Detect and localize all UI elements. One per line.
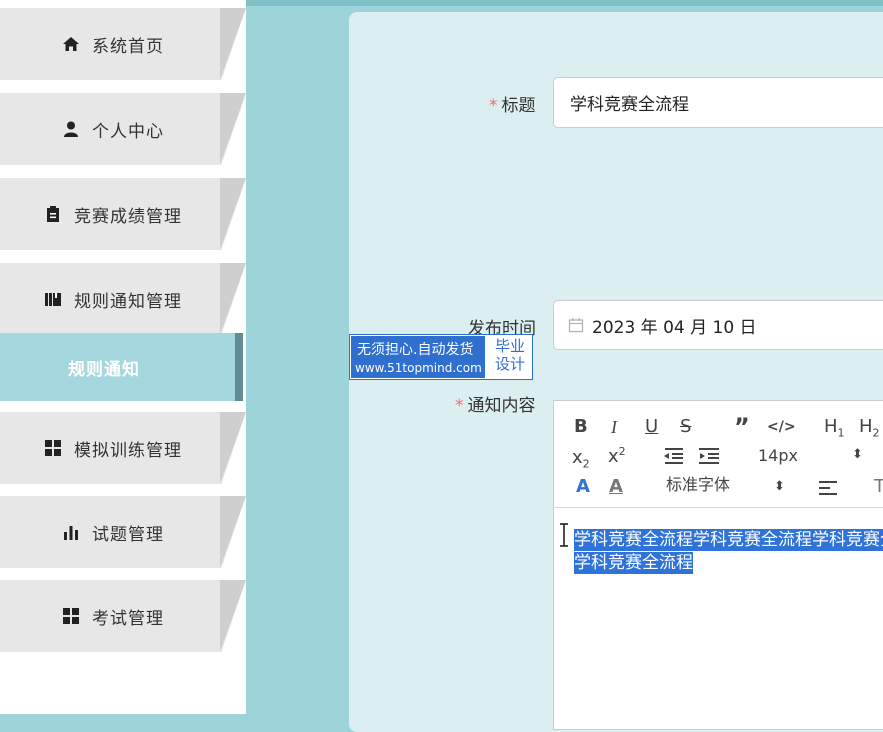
toolbar-divider xyxy=(554,507,883,508)
home-icon xyxy=(63,37,79,51)
text-cursor-icon xyxy=(560,523,568,547)
strikethrough-icon[interactable]: S xyxy=(680,418,691,436)
sidebar-item-label: 试题管理 xyxy=(92,524,164,545)
sidebar-item-scores[interactable]: 竞赛成绩管理 xyxy=(0,178,246,250)
sidebar: 系统首页 个人中心 竞赛成绩管理 规则通知管理 规则通知 模拟训练管理 试题管理 xyxy=(0,0,246,714)
font-family-caret-icon[interactable]: ⬍ xyxy=(774,480,785,493)
bar-chart-icon xyxy=(64,526,78,540)
calendar-icon xyxy=(568,318,584,333)
clear-format-icon[interactable]: T xyxy=(874,478,883,496)
sidebar-item-label: 个人中心 xyxy=(92,121,164,142)
sidebar-item-home[interactable]: 系统首页 xyxy=(0,8,246,80)
heading2-icon[interactable]: H2 xyxy=(859,418,880,439)
content-label: * 通知内容 xyxy=(455,396,536,416)
sidebar-item-exams[interactable]: 考试管理 xyxy=(0,580,246,652)
align-left-icon[interactable] xyxy=(818,480,838,496)
watermark-badge: 无须担心.自动发货 www.51topmind.com 毕业 设计 xyxy=(349,334,533,380)
code-icon[interactable]: </> xyxy=(767,420,796,434)
sidebar-subitem-label: 规则通知 xyxy=(68,359,140,380)
indent-icon[interactable] xyxy=(698,447,720,465)
sidebar-item-label: 考试管理 xyxy=(92,608,164,629)
sidebar-item-label: 系统首页 xyxy=(92,36,164,57)
font-color-icon[interactable]: A xyxy=(576,478,590,496)
user-icon xyxy=(64,121,78,137)
top-bar xyxy=(246,0,883,6)
sidebar-subitem-rules-notice[interactable]: 规则通知 xyxy=(0,333,243,401)
background-color-icon[interactable]: A xyxy=(609,478,623,496)
watermark-left: 无须担心.自动发货 www.51topmind.com xyxy=(351,336,485,378)
subscript-icon[interactable]: x2 xyxy=(572,449,590,470)
sidebar-item-label: 竞赛成绩管理 xyxy=(74,206,182,227)
watermark-right: 毕业 设计 xyxy=(490,337,530,373)
sidebar-item-questions[interactable]: 试题管理 xyxy=(0,496,246,568)
underline-icon[interactable]: U xyxy=(645,418,658,436)
watermark-right-line2: 设计 xyxy=(494,355,525,373)
sidebar-item-rules[interactable]: 规则通知管理 xyxy=(0,263,246,335)
bold-icon[interactable]: B xyxy=(574,418,588,436)
outdent-icon[interactable] xyxy=(662,447,684,465)
sidebar-item-label: 模拟训练管理 xyxy=(74,440,182,461)
rich-text-editor[interactable]: B I U S ” </> H1 H2 x2 x2 14px ⬍ A A 标准字… xyxy=(553,400,883,730)
font-size-caret-icon[interactable]: ⬍ xyxy=(852,448,863,461)
title-input-value: 学科竞赛全流程 xyxy=(570,95,689,115)
grid-icon xyxy=(63,608,79,624)
font-size-select[interactable]: 14px xyxy=(758,448,798,464)
grid-icon xyxy=(45,440,61,456)
watermark-line1: 无须担心.自动发货 xyxy=(357,342,474,358)
blockquote-icon[interactable]: ” xyxy=(734,415,750,439)
title-label: * 标题 xyxy=(489,96,536,116)
book-icon xyxy=(45,293,61,306)
watermark-right-line1: 毕业 xyxy=(494,337,525,355)
editor-content-line: 学科竞赛全流程 xyxy=(574,552,693,574)
font-family-select[interactable]: 标准字体 xyxy=(666,477,730,493)
heading1-icon[interactable]: H1 xyxy=(824,418,845,439)
clipboard-icon xyxy=(47,206,59,222)
superscript-icon[interactable]: x2 xyxy=(608,446,626,466)
sidebar-item-profile[interactable]: 个人中心 xyxy=(0,93,246,165)
editor-content-line: 学科竞赛全流程学科竞赛全流程学科竞赛全 xyxy=(574,529,883,551)
watermark-line2: www.51topmind.com xyxy=(355,361,482,375)
date-picker[interactable]: 2023 年 04 月 10 日 xyxy=(553,300,883,350)
italic-icon[interactable]: I xyxy=(611,418,617,436)
title-input[interactable]: 学科竞赛全流程 xyxy=(553,77,883,128)
sidebar-item-training[interactable]: 模拟训练管理 xyxy=(0,412,246,484)
date-value: 2023 年 04 月 10 日 xyxy=(592,317,757,338)
sidebar-item-label: 规则通知管理 xyxy=(74,291,182,312)
